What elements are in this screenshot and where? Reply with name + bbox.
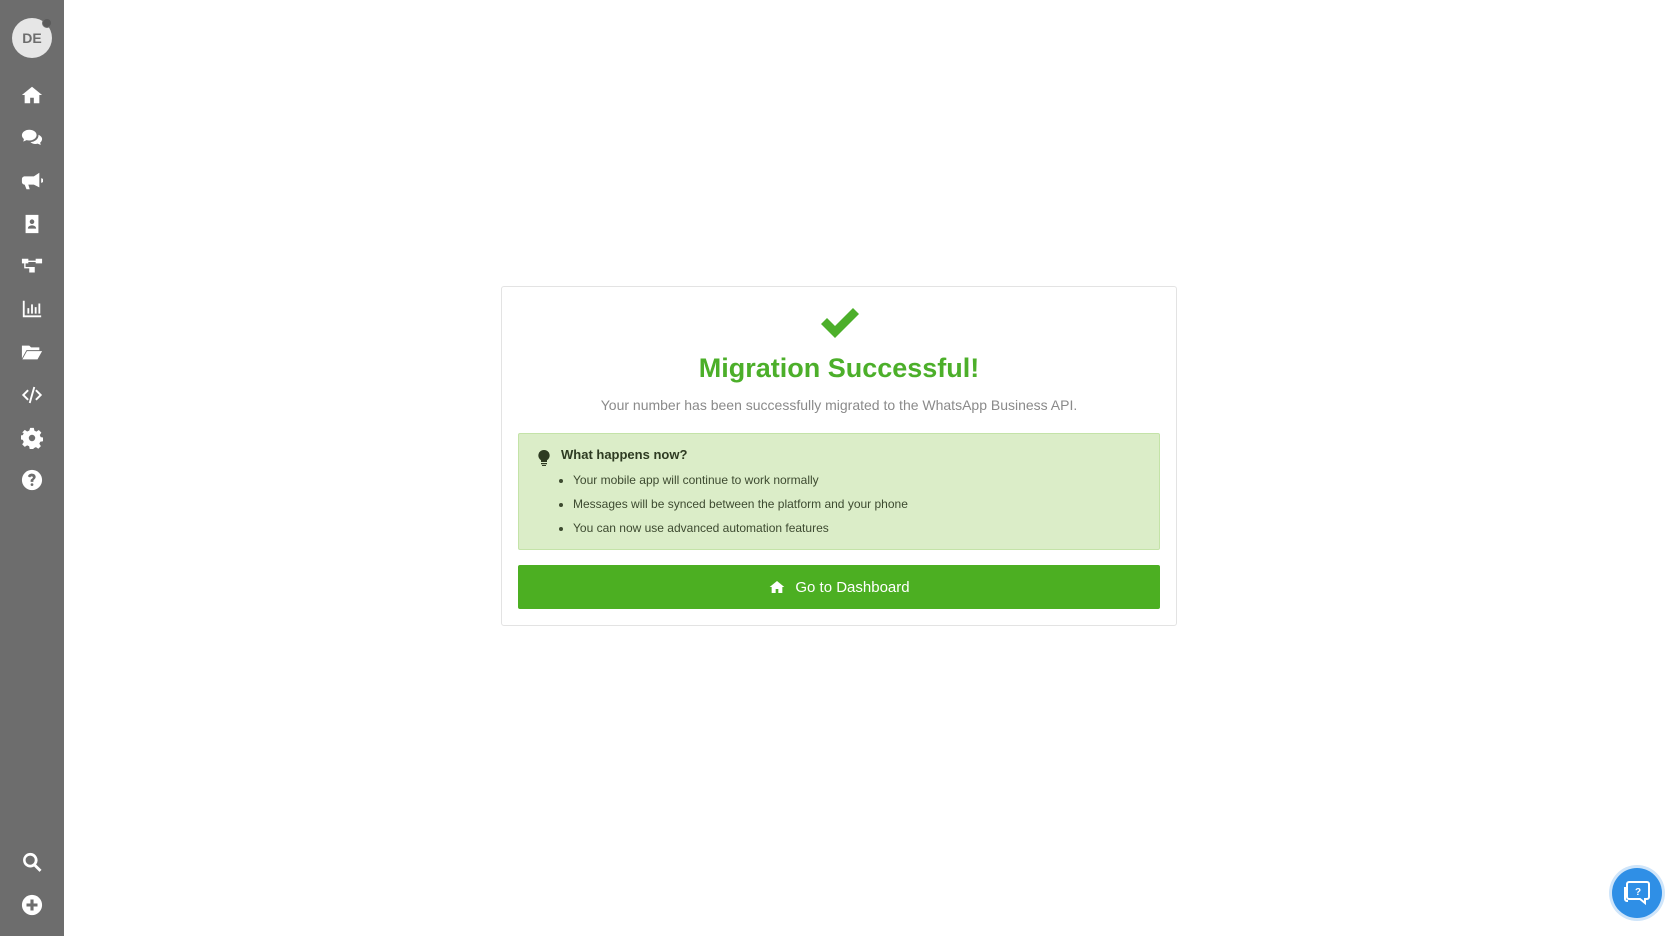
subtitle: Your number has been successfully migrat… [600,397,1078,413]
search-icon[interactable] [17,847,47,877]
checkmark-icon [821,308,859,338]
avatar-initials: DE [22,30,42,46]
home-icon [770,581,785,593]
megaphone-icon[interactable] [17,166,47,196]
code-icon[interactable] [17,380,47,410]
avatar[interactable]: DE [12,18,52,58]
info-box: What happens now? Your mobile app will c… [518,433,1160,550]
folder-icon[interactable] [17,337,47,367]
info-list: Your mobile app will continue to work no… [573,472,908,544]
plus-circle-icon[interactable] [17,890,47,920]
help-chat-icon: ? [1624,881,1650,906]
sidebar: DE [0,0,64,936]
button-label: Go to Dashboard [795,578,910,596]
help-chat-button[interactable]: ? [1612,868,1662,918]
question-icon[interactable] [17,465,47,495]
list-item: Your mobile app will continue to work no… [573,472,908,488]
list-item: You can now use advanced automation feat… [573,520,908,536]
svg-text:?: ? [1635,887,1641,898]
contacts-icon[interactable] [17,209,47,239]
info-title: What happens now? [561,447,688,462]
page-title: Migration Successful! [698,353,980,383]
chart-icon[interactable] [17,294,47,324]
home-icon[interactable] [17,80,47,110]
chat-icon[interactable] [17,123,47,153]
gear-icon[interactable] [17,423,47,453]
flow-icon[interactable] [17,252,47,282]
migration-success-card: Migration Successful! Your number has be… [501,286,1177,626]
status-dot [42,18,52,28]
lightbulb-icon [538,450,550,466]
list-item: Messages will be synced between the plat… [573,496,908,512]
go-to-dashboard-button[interactable]: Go to Dashboard [518,565,1160,609]
